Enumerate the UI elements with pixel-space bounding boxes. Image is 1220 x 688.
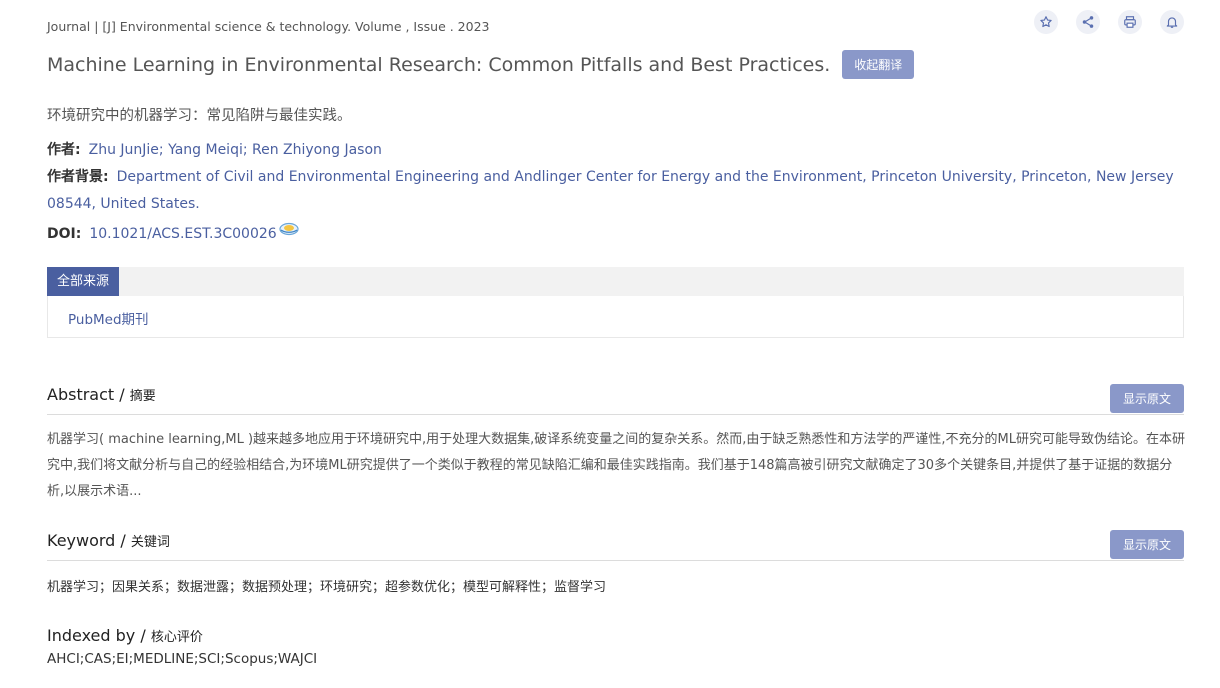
tab-all-sources[interactable]: 全部来源 (47, 267, 120, 296)
doi-link[interactable]: 10.1021/ACS.EST.3C00026 (89, 226, 276, 242)
favorite-button[interactable] (1034, 10, 1058, 34)
doi-line: DOI: 10.1021/ACS.EST.3C00026 (47, 221, 299, 248)
title-row: Machine Learning in Environmental Resear… (47, 50, 915, 79)
abstract-title: Abstract / 摘要 (47, 385, 156, 404)
source-link-pubmed[interactable]: PubMed期刊 (68, 308, 149, 328)
abstract-title-cn: 摘要 (129, 389, 156, 404)
bell-icon (1166, 17, 1178, 28)
article-title: Machine Learning in Environmental Resear… (47, 53, 831, 76)
journal-citation: Journal | [J] Environmental science & te… (47, 19, 490, 34)
keyword-title-cn: 关键词 (130, 535, 170, 550)
star-icon (1040, 16, 1052, 28)
notify-button[interactable] (1160, 10, 1184, 34)
abstract-header: Abstract / 摘要 显示原文 (47, 384, 1184, 415)
share-button[interactable] (1076, 10, 1100, 34)
article-title-translated: 环境研究中的机器学习：常见陷阱与最佳实践。 (47, 108, 352, 124)
indexed-title: Indexed by / 核心评价 (47, 626, 203, 645)
collapse-translation-button[interactable]: 收起翻译 (842, 50, 915, 79)
print-button[interactable] (1118, 10, 1142, 34)
keyword-title: Keyword / 关键词 (47, 531, 170, 550)
abstract-title-en: Abstract / (47, 385, 130, 404)
keyword-show-original-button[interactable]: 显示原文 (1109, 530, 1184, 559)
share-icon (1082, 16, 1094, 28)
print-icon (1124, 16, 1136, 28)
abstract-text: 机器学习( machine learning,ML )越来越多地应用于环境研究中… (47, 432, 1186, 499)
affiliation-value: Department of Civil and Environmental En… (47, 169, 1174, 212)
affiliation-label: 作者背景: (47, 169, 109, 185)
keyword-title-en: Keyword / (47, 531, 131, 550)
authors-line: 作者: Zhu JunJie; Yang Meiqi; Ren Zhiyong J… (47, 137, 382, 164)
indexed-title-en: Indexed by / (47, 626, 151, 645)
action-toolbar (1034, 10, 1184, 34)
affiliation-line: 作者背景: Department of Civil and Environment… (47, 164, 1187, 218)
keyword-list: 机器学习；因果关系；数据泄露；数据预处理；环境研究；超参数优化；模型可解释性；监… (47, 580, 607, 595)
authors-value[interactable]: Zhu JunJie; Yang Meiqi; Ren Zhiyong Jaso… (89, 142, 382, 158)
article-page: Journal | [J] Environmental science & te… (0, 0, 1220, 688)
doi-resolver-icon[interactable] (279, 222, 299, 236)
keyword-header: Keyword / 关键词 显示原文 (47, 530, 1184, 561)
indexed-title-cn: 核心评价 (150, 630, 203, 645)
abstract-show-original-button[interactable]: 显示原文 (1109, 384, 1184, 413)
source-list: PubMed期刊 (47, 296, 1184, 338)
source-tab-bar: 全部来源 (47, 267, 1184, 296)
doi-label: DOI: (47, 226, 82, 242)
indexed-list: AHCI;CAS;EI;MEDLINE;SCI;Scopus;WAJCI (47, 651, 318, 667)
authors-label: 作者: (47, 142, 81, 158)
